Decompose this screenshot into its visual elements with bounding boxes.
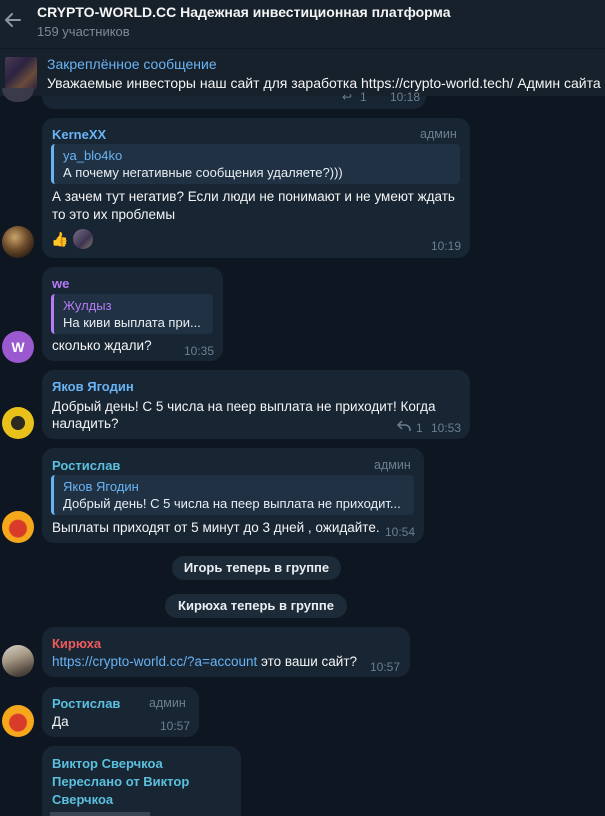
sender-name[interactable]: Виктор Сверчкоа <box>52 756 163 771</box>
avatar-rostislav[interactable] <box>2 705 34 737</box>
avatar-kernexx[interactable] <box>2 226 34 258</box>
forwarded-from-cont[interactable]: Сверчкоа <box>52 792 113 807</box>
message-time: 10:53 <box>431 421 462 435</box>
service-message-join: Игорь теперь в группе <box>172 556 341 580</box>
admin-badge: админ <box>374 458 411 472</box>
member-count: 159 участников <box>37 24 130 39</box>
sender-name[interactable]: Ростислав <box>52 458 120 473</box>
avatar-rostislav[interactable] <box>2 511 34 543</box>
reply-count: 1 <box>360 90 367 104</box>
pinned-thumbnail <box>5 57 37 89</box>
avatar[interactable] <box>2 88 34 102</box>
message-text: Выплаты приходят от 5 минут до 3 дней , … <box>52 520 380 535</box>
message-rostislav-2[interactable]: Ростислав админ Да 10:57 <box>42 687 199 737</box>
quote-sender: Яков Ягодин <box>63 479 139 494</box>
quote-text: А почему негативные сообщения удаляете?)… <box>63 165 343 180</box>
pinned-message-bar[interactable]: Закреплённое сообщение Уважаемые инвесто… <box>0 48 605 96</box>
message-time: 10:35 <box>184 344 215 358</box>
quote-text: На киви выплата при... <box>63 315 201 330</box>
avatar-letter: W <box>11 339 25 355</box>
message-partial[interactable]: ↩ 1 10:18 <box>42 90 426 109</box>
message-text-line: наладить? <box>52 416 119 431</box>
reply-arrow-icon[interactable] <box>396 420 411 435</box>
message-time: 10:57 <box>160 719 191 733</box>
sender-name[interactable]: KerneXX <box>52 127 106 142</box>
message-text-line: то это их проблемы <box>52 207 176 222</box>
forwarded-from[interactable]: Переслано от Виктор <box>52 774 189 789</box>
sender-name[interactable]: Ростислав <box>52 696 120 711</box>
message-link[interactable]: https://crypto-world.cc/?a=account <box>52 654 257 669</box>
message-rostislav[interactable]: Ростислав админ Яков Ягодин Добрый день!… <box>42 448 424 543</box>
message-text: Да <box>52 714 69 729</box>
message-yakov[interactable]: Яков Ягодин Добрый день! С 5 числа на пе… <box>42 370 470 439</box>
message-text-tail: это ваши сайт? <box>257 654 358 669</box>
quote-text: Добрый день! С 5 числа на пеер выплата н… <box>63 496 401 511</box>
message-text: https://crypto-world.cc/?a=account это в… <box>52 653 357 671</box>
avatar-yakov[interactable] <box>2 407 34 439</box>
reply-count: 1 <box>416 421 423 435</box>
chat-header: CRYPTO-WORLD.CC Надежная инвестиционная … <box>0 0 605 48</box>
message-we[interactable]: we Жулдыз На киви выплата при... сколько… <box>42 267 223 361</box>
service-message-join: Кирюха теперь в группе <box>165 594 347 618</box>
reply-quote[interactable]: Жулдыз На киви выплата при... <box>51 294 213 334</box>
quote-sender: Жулдыз <box>63 298 112 313</box>
chat-title[interactable]: CRYPTO-WORLD.CC Надежная инвестиционная … <box>37 4 451 20</box>
admin-badge: админ <box>149 696 186 710</box>
media-preview-edge <box>50 812 150 816</box>
thumbs-up-icon: 👍 <box>51 231 69 247</box>
quote-sender: ya_blo4ko <box>63 148 123 163</box>
back-arrow-icon[interactable] <box>2 9 24 31</box>
sender-name[interactable]: Яков Ягодин <box>52 379 134 394</box>
message-kernexx[interactable]: KerneXX админ ya_blo4ko А почему негатив… <box>42 118 470 258</box>
reaction-avatar[interactable] <box>73 229 93 249</box>
message-time: 10:18 <box>390 90 421 104</box>
message-text-line: А зачем тут негатив? Если люди не понима… <box>52 189 455 204</box>
message-time: 10:57 <box>370 660 401 674</box>
message-kiryuha[interactable]: Кирюха https://crypto-world.cc/?a=accoun… <box>42 627 410 677</box>
message-text-line: Добрый день! С 5 числа на пеер выплата н… <box>52 399 436 414</box>
reply-quote[interactable]: Яков Ягодин Добрый день! С 5 числа на пе… <box>51 475 414 515</box>
admin-badge: админ <box>420 127 457 141</box>
message-time: 10:54 <box>385 525 416 539</box>
message-text: сколько ждали? <box>52 338 152 353</box>
reply-quote[interactable]: ya_blo4ko А почему негативные сообщения … <box>51 144 460 184</box>
pinned-title: Закреплённое сообщение <box>47 56 217 72</box>
message-time: 10:19 <box>431 239 462 253</box>
avatar-we[interactable]: W <box>2 331 34 363</box>
avatar-kiryuha[interactable] <box>2 645 34 677</box>
reaction-thumbs-up[interactable]: 👍 <box>51 229 71 249</box>
sender-name[interactable]: Кирюха <box>52 636 101 651</box>
pinned-text: Уважаемые инвесторы наш сайт для заработ… <box>47 75 605 91</box>
message-viktor[interactable]: Виктор Сверчкоа Переслано от Виктор Свер… <box>42 746 241 816</box>
reply-arrow-icon[interactable]: ↩ <box>342 90 352 104</box>
sender-name[interactable]: we <box>52 276 69 291</box>
